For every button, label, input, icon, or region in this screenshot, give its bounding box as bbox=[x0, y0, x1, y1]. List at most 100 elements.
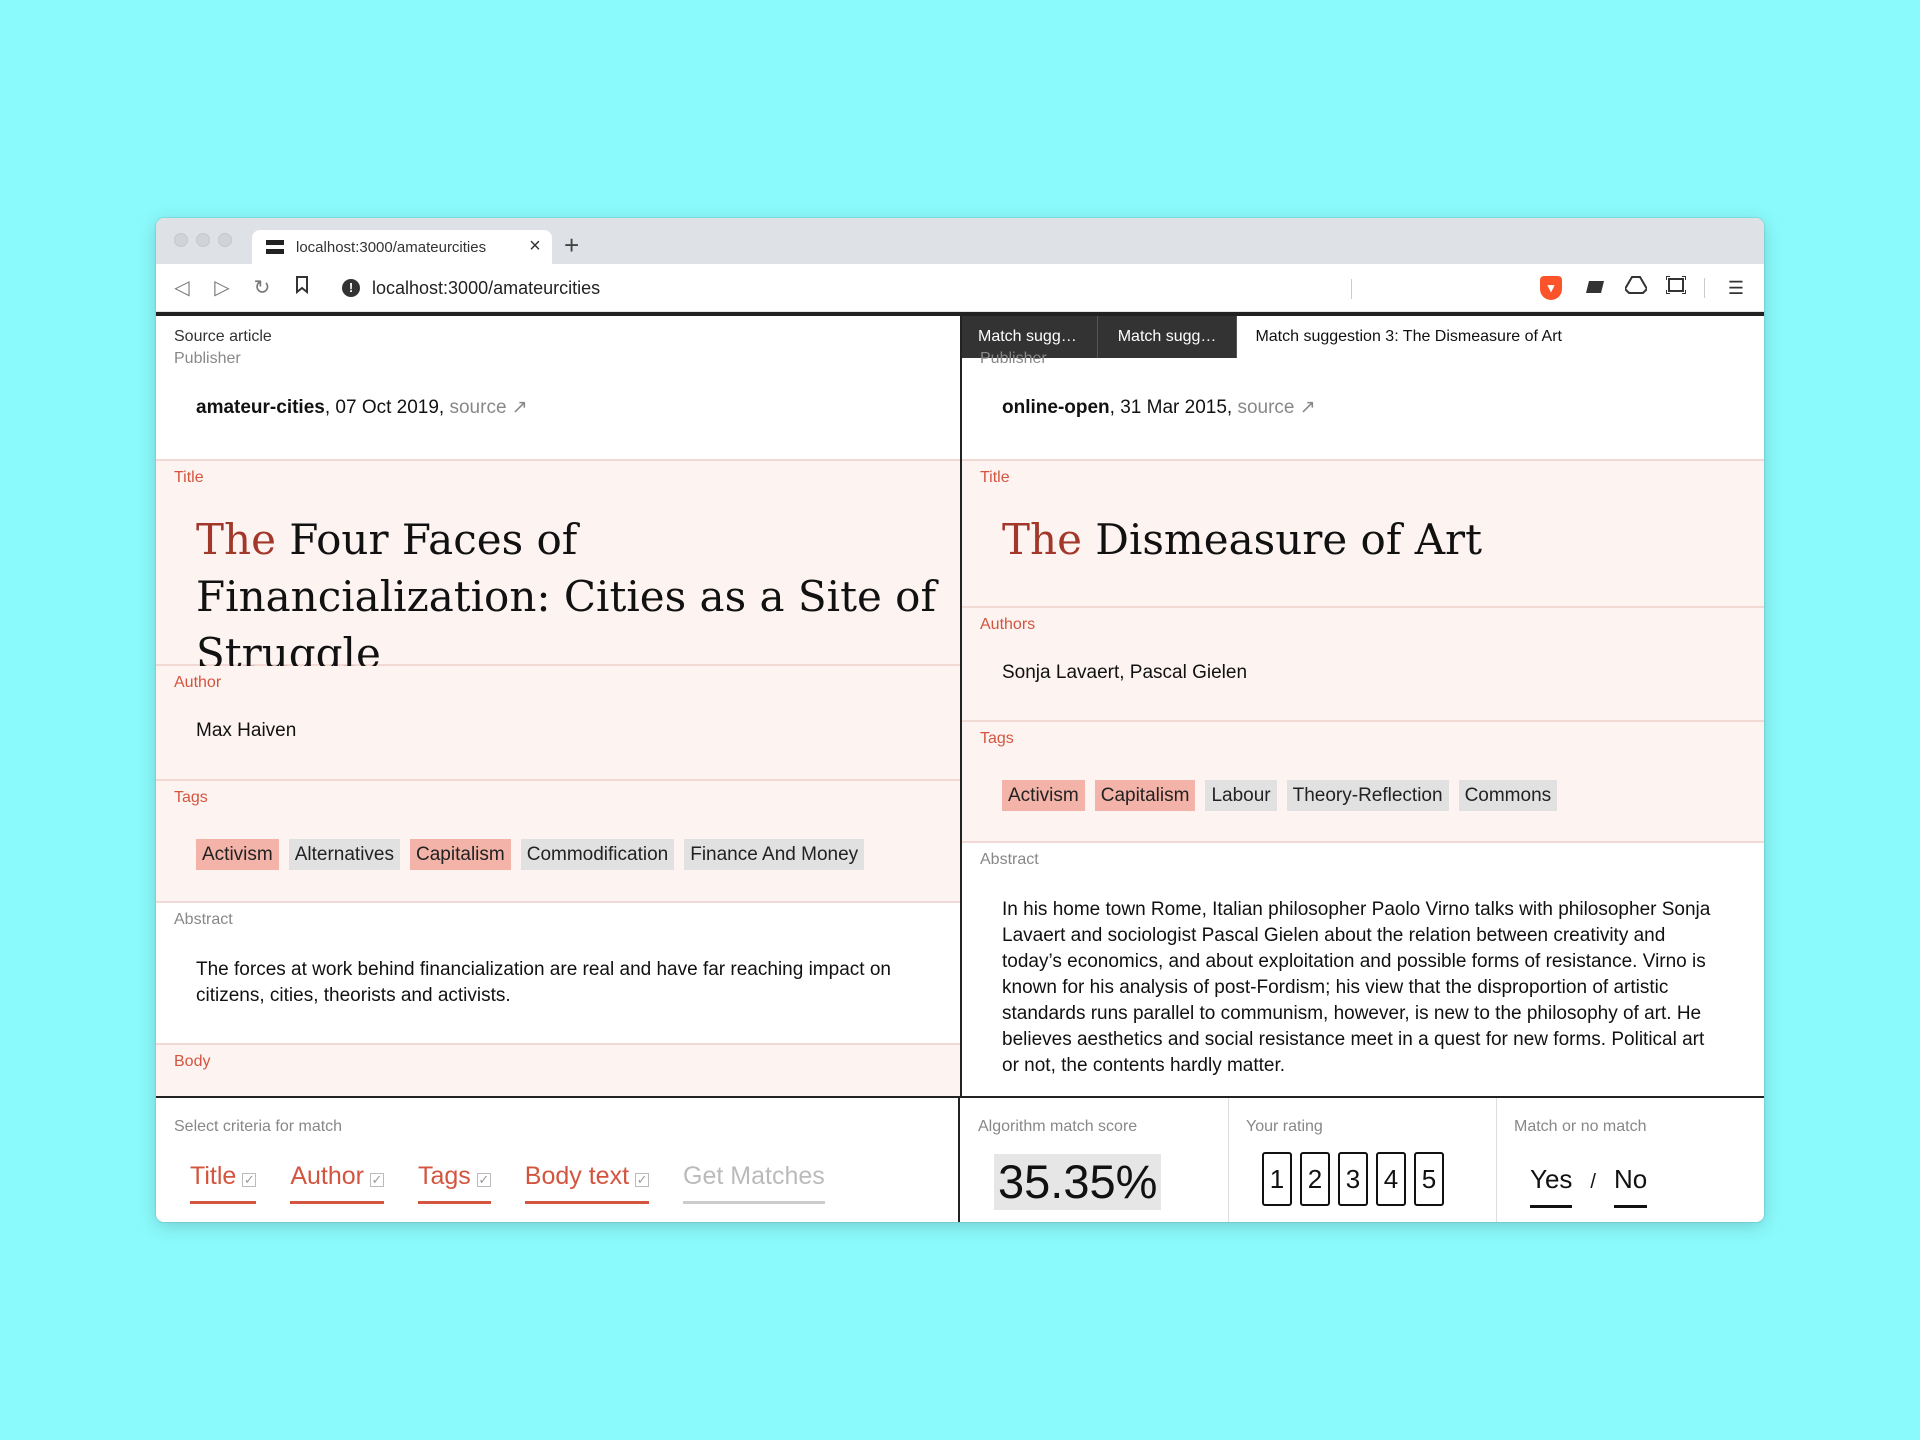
tag[interactable]: Labour bbox=[1205, 780, 1277, 811]
source-abstract-section: Abstract The forces at work behind finan… bbox=[156, 903, 960, 1045]
browser-tab[interactable]: localhost:3000/amateurcities × bbox=[252, 230, 552, 264]
tab-bar: localhost:3000/amateurcities × + bbox=[156, 218, 1764, 264]
match-title: The Dismeasure of Art bbox=[980, 491, 1746, 568]
url-text: localhost:3000/amateurcities bbox=[372, 277, 601, 298]
yes-button[interactable]: Yes bbox=[1530, 1164, 1573, 1208]
publisher-label: Publisher bbox=[980, 350, 1047, 367]
rating-panel: Your rating 1 2 3 4 5 bbox=[1228, 1098, 1496, 1222]
criterion-label: Author bbox=[290, 1162, 364, 1190]
match-tags-section: Tags Activism Capitalism Labour Theory-R… bbox=[962, 722, 1764, 843]
publisher-date: , 31 Mar 2015, bbox=[1109, 397, 1238, 418]
author-name: Max Haiven bbox=[196, 720, 297, 741]
brave-shield-icon[interactable]: ▾ bbox=[1540, 276, 1562, 300]
window-controls bbox=[174, 233, 232, 247]
title-the: The bbox=[1002, 515, 1082, 564]
criteria-label: Select criteria for match bbox=[174, 1118, 343, 1135]
rating-5-button[interactable]: 5 bbox=[1414, 1152, 1444, 1206]
tag[interactable]: Capitalism bbox=[410, 839, 511, 870]
publisher-name: online-open bbox=[1002, 397, 1110, 418]
match-title-section: Title The Dismeasure of Art bbox=[962, 461, 1764, 608]
close-window-button[interactable] bbox=[174, 233, 188, 247]
no-button[interactable]: No bbox=[1613, 1164, 1648, 1208]
checkbox-icon[interactable]: ✓ bbox=[476, 1173, 491, 1187]
source-link[interactable]: source ↗ bbox=[449, 397, 527, 418]
criterion-label: Tags bbox=[417, 1162, 471, 1190]
abstract-label: Abstract bbox=[174, 911, 233, 928]
criterion-label: Title bbox=[190, 1162, 237, 1190]
favicon-icon bbox=[266, 240, 284, 254]
checkbox-icon[interactable]: ✓ bbox=[242, 1173, 257, 1187]
browser-toolbar: ◁ ▷ ↻ ! localhost:3000/amateurcities ▾ ☰ bbox=[156, 264, 1764, 312]
match-suggestion-pane: Match sugg… Match sugg… Match suggestion… bbox=[960, 316, 1764, 1096]
title-rest: Dismeasure of Art bbox=[1081, 515, 1483, 564]
slash-separator: / bbox=[1590, 1171, 1596, 1193]
source-author-section: Author Max Haiven bbox=[156, 666, 960, 781]
abstract-label: Abstract bbox=[980, 851, 1039, 868]
source-title-section: Title The Four Faces of Financialization… bbox=[156, 461, 960, 678]
site-info-icon[interactable]: ! bbox=[342, 279, 360, 297]
reload-icon[interactable]: ↻ bbox=[250, 276, 274, 300]
match-abstract: In his home town Rome, Italian philosoph… bbox=[1002, 899, 1711, 1076]
criterion-title[interactable]: Title ✓ bbox=[190, 1162, 257, 1204]
title-rest: Four Faces of Financialization: Cities a… bbox=[196, 515, 936, 678]
match-abstract-section: Abstract In his home town Rome, Italian … bbox=[962, 843, 1764, 1096]
criterion-author[interactable]: Author ✓ bbox=[290, 1162, 384, 1204]
checkbox-icon[interactable]: ✓ bbox=[635, 1173, 650, 1187]
rating-label: Your rating bbox=[1246, 1118, 1323, 1135]
maximize-window-button[interactable] bbox=[218, 233, 232, 247]
match-decision-label: Match or no match bbox=[1514, 1118, 1647, 1135]
forward-icon[interactable]: ▷ bbox=[210, 276, 234, 300]
match-publisher-section: Publisher online-open, 31 Mar 2015, sour… bbox=[962, 350, 1764, 461]
get-matches-button[interactable]: Get Matches bbox=[683, 1162, 825, 1204]
source-article-pane: Source article Publisher amateur-cities,… bbox=[156, 316, 960, 1096]
rating-options: 1 2 3 4 5 bbox=[1262, 1152, 1444, 1206]
toolbar-divider bbox=[1704, 278, 1705, 298]
bookmark-icon[interactable] bbox=[290, 276, 314, 300]
body-label: Body bbox=[174, 1053, 211, 1070]
source-tag-list: Activism Alternatives Capitalism Commodi… bbox=[174, 811, 942, 870]
screenshot-icon[interactable] bbox=[1664, 275, 1688, 300]
source-body-section: Body bbox=[156, 1045, 960, 1096]
menu-icon[interactable]: ☰ bbox=[1726, 276, 1746, 300]
tag[interactable]: Theory-Reflection bbox=[1286, 780, 1449, 811]
source-publisher-section: Publisher amateur-cities, 07 Oct 2019, s… bbox=[156, 350, 960, 461]
publisher-date: , 07 Oct 2019, bbox=[324, 397, 450, 418]
publisher-line: online-open, 31 Mar 2015, source ↗ bbox=[980, 372, 1746, 419]
source-link[interactable]: source ↗ bbox=[1237, 397, 1315, 418]
browser-window: localhost:3000/amateurcities × + ◁ ▷ ↻ !… bbox=[156, 218, 1764, 1222]
rating-2-button[interactable]: 2 bbox=[1300, 1152, 1330, 1206]
tag[interactable]: Activism bbox=[196, 839, 279, 870]
title-label: Title bbox=[174, 469, 204, 486]
match-decision-panel: Match or no match Yes / No bbox=[1496, 1098, 1764, 1222]
checkbox-icon[interactable]: ✓ bbox=[369, 1173, 384, 1187]
score-panel: Algorithm match score 35.35% bbox=[960, 1098, 1228, 1222]
tag[interactable]: Commodification bbox=[520, 839, 675, 870]
rating-3-button[interactable]: 3 bbox=[1338, 1152, 1368, 1206]
tab-title: localhost:3000/amateurcities bbox=[296, 238, 487, 256]
tag[interactable]: Commons bbox=[1458, 780, 1558, 811]
tag[interactable]: Activism bbox=[1002, 780, 1085, 811]
criterion-tags[interactable]: Tags ✓ bbox=[417, 1162, 491, 1204]
tag[interactable]: Capitalism bbox=[1094, 780, 1196, 811]
tags-label: Tags bbox=[174, 789, 208, 806]
tag[interactable]: Alternatives bbox=[288, 839, 401, 870]
tag[interactable]: Finance And Money bbox=[684, 839, 865, 870]
close-tab-icon[interactable]: × bbox=[524, 235, 546, 257]
back-icon[interactable]: ◁ bbox=[170, 276, 194, 300]
criterion-body-text[interactable]: Body text ✓ bbox=[524, 1162, 650, 1204]
criteria-list: Title ✓ Author ✓ Tags ✓ Body text ✓ Get Matc… bbox=[190, 1162, 825, 1204]
new-tab-button[interactable]: + bbox=[564, 232, 579, 258]
rating-4-button[interactable]: 4 bbox=[1376, 1152, 1406, 1206]
address-bar[interactable]: ! localhost:3000/amateurcities bbox=[332, 270, 1588, 306]
match-tag-list: Activism Capitalism Labour Theory-Reflec… bbox=[980, 752, 1746, 811]
authors-label: Authors bbox=[980, 616, 1036, 633]
minimize-window-button[interactable] bbox=[196, 233, 210, 247]
author-label: Author bbox=[174, 674, 222, 691]
title-the: The bbox=[196, 515, 276, 564]
match-authors-section: Authors Sonja Lavaert, Pascal Gielen bbox=[962, 608, 1764, 722]
extension-icon[interactable] bbox=[1584, 276, 1608, 300]
criteria-panel: Select criteria for match Title ✓ Author ✓… bbox=[156, 1098, 960, 1222]
tags-label: Tags bbox=[980, 730, 1014, 747]
drive-icon[interactable] bbox=[1623, 276, 1649, 300]
rating-1-button[interactable]: 1 bbox=[1262, 1152, 1292, 1206]
